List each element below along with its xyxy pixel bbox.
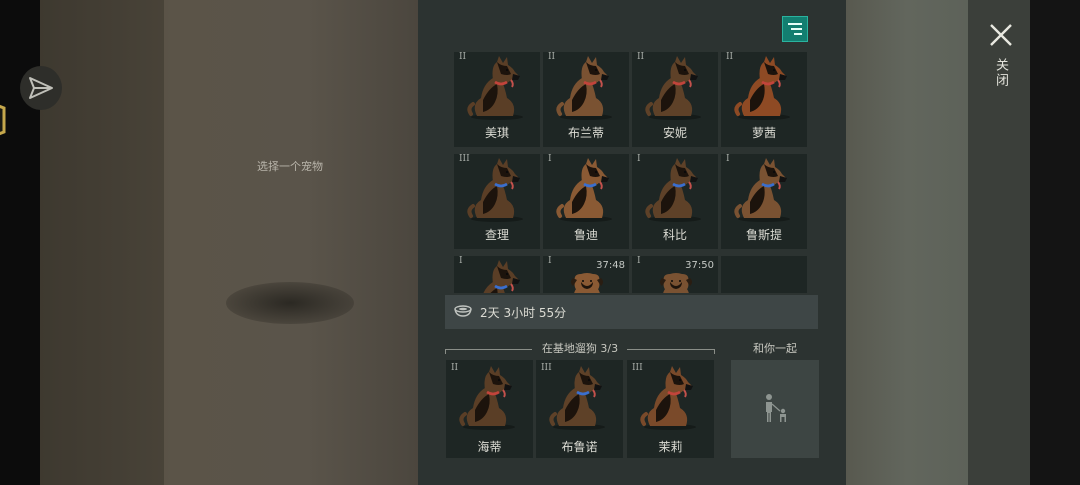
tier-label: II bbox=[459, 52, 467, 62]
puppy-icon bbox=[571, 273, 603, 293]
german-shepherd-icon bbox=[467, 56, 523, 120]
pet-name: 科比 bbox=[662, 228, 687, 242]
german-shepherd-icon bbox=[459, 366, 515, 430]
base-walk-label: 在基地遛狗 3/3 bbox=[541, 342, 619, 355]
pet-name: 布鲁诺 bbox=[561, 440, 598, 454]
german-shepherd-icon bbox=[467, 158, 523, 222]
german-shepherd-icon bbox=[734, 158, 790, 222]
pet-timer: 37:48 bbox=[596, 260, 625, 271]
german-shepherd-icon bbox=[556, 56, 612, 120]
pet-name: 萝茜 bbox=[751, 126, 776, 140]
pet-name: 布兰蒂 bbox=[567, 126, 604, 140]
pet-slot-empty[interactable] bbox=[721, 256, 807, 293]
header-line-left bbox=[445, 349, 532, 354]
pet-card[interactable]: I 鲁斯提 bbox=[721, 154, 807, 249]
pet-card[interactable]: II 安妮 bbox=[632, 52, 718, 147]
german-shepherd-icon bbox=[549, 366, 605, 430]
pet-name: 鲁斯提 bbox=[745, 228, 782, 242]
pet-grid: II 美琪 II 布兰蒂 II 安妮 II 萝茜 III 查理 I 鲁迪 I 科… bbox=[454, 52, 811, 293]
right-scene bbox=[846, 0, 968, 485]
base-dog-card[interactable]: III 茉莉 bbox=[627, 360, 714, 458]
pet-card[interactable]: I 37:50 bbox=[632, 256, 718, 293]
header-line-right bbox=[627, 349, 715, 354]
close-icon bbox=[990, 24, 1012, 46]
filter-list-icon bbox=[788, 23, 802, 35]
german-shepherd-icon bbox=[734, 56, 790, 120]
close-label[interactable]: 关闭 bbox=[990, 58, 1010, 88]
walk-timer-bar: 2天 3小时 55分 bbox=[445, 295, 818, 329]
scene-shade bbox=[40, 0, 164, 485]
food-bowl-icon bbox=[454, 305, 472, 317]
german-shepherd-icon bbox=[645, 56, 701, 120]
companion-slot[interactable] bbox=[731, 360, 819, 458]
tier-label: I bbox=[726, 154, 730, 164]
pet-grid-viewport[interactable]: II 美琪 II 布兰蒂 II 安妮 II 萝茜 III 查理 I 鲁迪 I 科… bbox=[454, 52, 811, 293]
pet-name: 安妮 bbox=[662, 126, 687, 140]
tier-label: I bbox=[637, 154, 641, 164]
pet-name: 查理 bbox=[484, 228, 509, 242]
tier-label: II bbox=[726, 52, 734, 62]
tier-label: I bbox=[637, 256, 641, 266]
puppy-icon bbox=[660, 273, 692, 293]
german-shepherd-icon bbox=[640, 366, 696, 430]
walk-timer-text: 2天 3小时 55分 bbox=[480, 306, 567, 320]
tier-label: I bbox=[548, 154, 552, 164]
pet-card[interactable]: I bbox=[454, 256, 540, 293]
pet-card[interactable]: III 查理 bbox=[454, 154, 540, 249]
select-pet-prompt: 选择一个宠物 bbox=[257, 160, 323, 173]
hex-badge-icon[interactable] bbox=[0, 98, 8, 142]
pet-card[interactable]: II 美琪 bbox=[454, 52, 540, 147]
german-shepherd-icon bbox=[645, 158, 701, 222]
tier-label: II bbox=[451, 363, 459, 373]
pet-card[interactable]: I 科比 bbox=[632, 154, 718, 249]
pet-card[interactable]: I 37:48 bbox=[543, 256, 629, 293]
paper-plane-icon bbox=[29, 77, 53, 99]
tier-label: I bbox=[459, 256, 463, 266]
base-dog-card[interactable]: II 海蒂 bbox=[446, 360, 533, 458]
pet-card[interactable]: I 鲁迪 bbox=[543, 154, 629, 249]
person-with-dog-icon bbox=[766, 394, 786, 422]
german-shepherd-icon bbox=[556, 158, 612, 222]
pet-card[interactable]: II 布兰蒂 bbox=[543, 52, 629, 147]
close-button[interactable] bbox=[986, 20, 1016, 50]
right-bar bbox=[1030, 0, 1080, 485]
pet-name: 鲁迪 bbox=[573, 228, 598, 242]
pet-timer: 37:50 bbox=[685, 260, 714, 271]
tier-label: I bbox=[548, 256, 552, 266]
send-button[interactable] bbox=[20, 66, 62, 110]
pet-name: 海蒂 bbox=[477, 440, 502, 454]
base-walk-header: 在基地遛狗 3/3 bbox=[445, 340, 715, 356]
pet-name: 茉莉 bbox=[658, 440, 683, 454]
pet-shadow bbox=[226, 282, 354, 324]
base-dog-card[interactable]: III 布鲁诺 bbox=[536, 360, 623, 458]
filter-button[interactable] bbox=[782, 16, 808, 42]
pet-name: 美琪 bbox=[484, 126, 509, 140]
tier-label: II bbox=[548, 52, 556, 62]
tier-label: II bbox=[637, 52, 645, 62]
pet-card[interactable]: II 萝茜 bbox=[721, 52, 807, 147]
german-shepherd-icon bbox=[483, 260, 520, 293]
companion-label: 和你一起 bbox=[753, 342, 797, 355]
